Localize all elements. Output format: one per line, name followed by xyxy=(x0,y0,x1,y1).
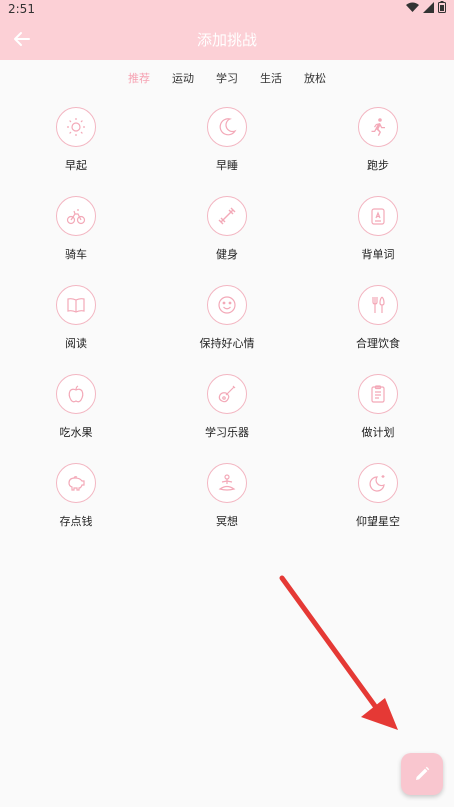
challenge-item[interactable]: 存点钱 xyxy=(26,463,126,529)
running-icon xyxy=(371,118,385,136)
page-title: 添加挑战 xyxy=(196,31,257,49)
guitar-icon xyxy=(218,385,236,403)
challenge-item[interactable]: 保持好心情 xyxy=(177,285,277,351)
challenge-item[interactable]: 阅读 xyxy=(26,285,126,351)
challenge-item[interactable]: 冥想 xyxy=(177,463,277,529)
challenge-item[interactable]: 吃水果 xyxy=(26,374,126,440)
tab-recommended[interactable]: 推荐 xyxy=(128,70,150,86)
challenge-item[interactable]: 做计划 xyxy=(328,374,428,440)
tab-study[interactable]: 学习 xyxy=(216,70,238,86)
sun-icon xyxy=(67,118,85,136)
signal-icon xyxy=(423,1,434,13)
challenge-label: 骑车 xyxy=(65,248,87,261)
meditation-icon xyxy=(218,474,236,491)
tab-relax[interactable]: 放松 xyxy=(304,70,326,86)
category-tabs: 推荐 运动 学习 生活 放松 xyxy=(0,60,454,96)
challenge-label: 合理饮食 xyxy=(356,337,400,350)
status-bar: 2:51 xyxy=(0,0,454,18)
challenge-item[interactable]: 合理饮食 xyxy=(328,285,428,351)
challenge-label: 吃水果 xyxy=(59,426,93,439)
challenge-label: 跑步 xyxy=(367,159,389,172)
challenge-item[interactable]: 骑车 xyxy=(26,196,126,262)
battery-icon xyxy=(438,1,446,13)
challenge-item[interactable]: 早睡 xyxy=(177,107,277,173)
challenge-item[interactable]: 学习乐器 xyxy=(177,374,277,440)
status-time: 2:51 xyxy=(8,2,35,16)
challenge-label: 学习乐器 xyxy=(205,426,249,439)
moon-icon xyxy=(219,118,237,136)
challenge-label: 背单词 xyxy=(361,248,395,261)
app-bar: 添加挑战 xyxy=(0,18,454,60)
piggy-bank-icon xyxy=(68,476,85,491)
challenge-label: 健身 xyxy=(216,248,238,261)
dumbbell-icon xyxy=(218,207,236,225)
challenge-item[interactable]: 跑步 xyxy=(328,107,428,173)
challenge-grid: 早起 早睡 跑步 骑车 健身 背单词 阅读 保持好心情 合理饮食 吃水果 学习乐… xyxy=(0,107,454,552)
annotation-arrow-icon xyxy=(279,575,398,730)
challenge-label: 保持好心情 xyxy=(199,337,255,350)
apple-icon xyxy=(68,385,84,403)
challenge-label: 做计划 xyxy=(361,426,395,439)
pencil-icon xyxy=(416,766,430,780)
flashcard-icon xyxy=(371,208,385,225)
bike-icon xyxy=(66,209,86,225)
book-icon xyxy=(67,298,85,313)
challenge-item[interactable]: 早起 xyxy=(26,107,126,173)
edit-fab-button[interactable] xyxy=(401,753,443,795)
challenge-label: 冥想 xyxy=(216,515,238,528)
challenge-item[interactable]: 健身 xyxy=(177,196,277,262)
challenge-label: 存点钱 xyxy=(59,515,93,528)
clipboard-icon xyxy=(371,385,385,403)
tab-sports[interactable]: 运动 xyxy=(172,70,194,86)
night-sky-icon xyxy=(369,475,385,492)
tab-life[interactable]: 生活 xyxy=(260,70,282,86)
challenge-item[interactable]: 背单词 xyxy=(328,196,428,262)
challenge-label: 仰望星空 xyxy=(356,515,400,528)
wifi-icon xyxy=(406,2,419,12)
smile-icon xyxy=(218,296,236,314)
challenge-item[interactable]: 仰望星空 xyxy=(328,463,428,529)
challenge-label: 早睡 xyxy=(216,159,238,172)
challenge-label: 阅读 xyxy=(65,337,87,350)
challenge-label: 早起 xyxy=(65,159,87,172)
utensils-icon xyxy=(372,296,385,313)
